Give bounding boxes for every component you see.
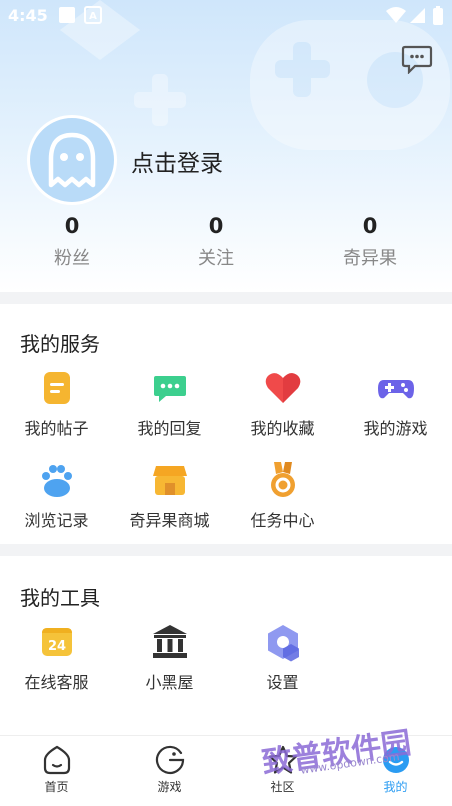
tool-online-support[interactable]: 24 在线客服 [0,622,113,693]
service-my-replies[interactable]: 我的回复 [113,368,226,439]
services-title: 我的服务 [20,332,100,356]
tools-card: 我的工具 24 在线客服 小黑屋 设置 [0,556,452,736]
heart-icon [265,373,300,403]
settings-hexagon-icon [267,625,299,662]
gamepad-decoration [250,20,450,150]
stat-fans[interactable]: 0 粉丝 [12,214,132,270]
battery-icon [433,6,443,25]
services-card: 我的服务 我的帖子 我的回复 我的收藏 我的游戏 浏览记录 奇异果商城 任务中心 [0,304,452,544]
service-label: 任务中心 [250,511,315,530]
app-notification-icon: A [84,6,102,24]
notification-square-icon [59,7,75,23]
tab-games[interactable]: 游戏 [113,744,226,795]
service-label: 我的收藏 [250,419,315,438]
building-icon [152,625,187,658]
tools-title: 我的工具 [20,586,100,610]
gamepad-icon [377,380,414,399]
service-my-posts[interactable]: 我的帖子 [0,368,113,439]
tab-home[interactable]: 首页 [0,744,113,795]
service-label: 浏览记录 [24,511,89,530]
stat-value: 0 [362,214,378,238]
chat-bubble-icon [153,376,186,402]
stat-label: 关注 [198,248,234,269]
service-label: 奇异果商城 [129,511,210,530]
game-face-icon [155,745,184,775]
service-kiwi-store[interactable]: 奇异果商城 [113,460,226,531]
tool-settings[interactable]: 设置 [226,622,339,693]
stat-kiwi[interactable]: 0 奇异果 [310,214,430,270]
service-label: 我的游戏 [363,419,428,438]
stat-value: 0 [64,214,80,238]
badge-number: 24 [47,639,65,654]
stat-label: 奇异果 [343,248,397,269]
service-history[interactable]: 浏览记录 [0,460,113,531]
plus-decoration [134,74,186,126]
calendar-24-icon: 24 [41,628,72,656]
status-time: 4:45 [8,6,48,25]
service-task-center[interactable]: 任务中心 [226,460,339,531]
login-link[interactable]: 点击登录 [131,144,223,178]
tool-label: 在线客服 [24,673,89,692]
wifi-icon [386,7,406,23]
document-icon [43,372,70,404]
svg-text:A: A [89,11,97,22]
ghost-icon [48,132,96,188]
home-icon [43,745,70,775]
service-my-games[interactable]: 我的游戏 [339,368,452,439]
service-label: 我的帖子 [24,419,89,438]
medal-icon [270,462,295,497]
tool-label: 设置 [266,673,299,692]
tool-label: 小黑屋 [145,673,194,692]
service-label: 我的回复 [137,419,202,438]
paw-icon [41,465,72,497]
service-my-favorites[interactable]: 我的收藏 [226,368,339,439]
avatar[interactable] [27,115,117,205]
stat-following[interactable]: 0 关注 [156,214,276,270]
stat-label: 粉丝 [54,248,90,269]
signal-icon [410,8,425,23]
stat-value: 0 [208,214,224,238]
tool-blackroom[interactable]: 小黑屋 [113,622,226,693]
store-icon [152,466,187,495]
status-bar: 4:45 A [0,0,452,30]
message-icon[interactable] [401,44,433,74]
tab-label: 首页 [44,780,69,794]
tab-label: 游戏 [157,780,182,794]
